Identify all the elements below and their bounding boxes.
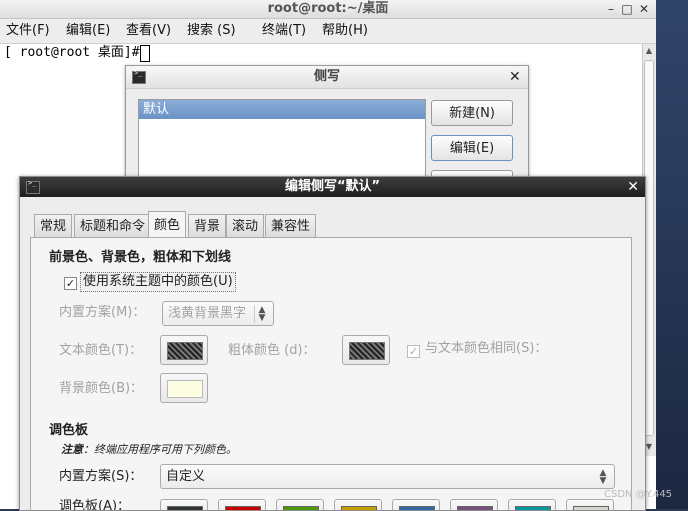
builtin-scheme-value: 浅黄背景黑字	[168, 306, 247, 321]
palette-color-button[interactable]	[218, 499, 266, 510]
updown-icon: ▲ ▼	[599, 468, 607, 486]
use-system-colors-checkbox[interactable]: ✓	[64, 277, 77, 290]
scroll-up-icon[interactable]: ▲	[643, 44, 655, 58]
tab-title-command[interactable]: 标题和命令	[74, 214, 152, 237]
bold-color-swatch	[349, 342, 385, 360]
edit-profile-button[interactable]: 编辑(E)	[431, 135, 513, 161]
text-color-button[interactable]	[160, 335, 208, 365]
updown-icon: ▲ ▼	[254, 305, 269, 323]
maximize-icon[interactable]: □	[620, 1, 634, 17]
palette-note: 注意：终端应用程序可用下列颜色。	[61, 441, 237, 459]
background-color-button[interactable]	[160, 373, 208, 403]
tab-background[interactable]: 背景	[188, 214, 227, 237]
menu-terminal[interactable]: 终端(T)	[262, 19, 306, 43]
watermark: CSDN @Y.445	[604, 489, 673, 500]
terminal-title: root@root:~/桌面	[267, 1, 389, 16]
tab-colors[interactable]: 颜色	[148, 211, 187, 238]
text-color-label: 文本颜色(T)：	[59, 343, 143, 358]
palette-color-button[interactable]	[276, 499, 324, 510]
terminal-titlebar[interactable]: root@root:~/桌面 – □ ✕	[0, 0, 656, 19]
tab-compatibility[interactable]: 兼容性	[265, 214, 317, 237]
new-profile-button[interactable]: 新建(N)	[431, 100, 513, 126]
profiles-dialog: 侧写 ✕ 默认 新建(N) 编辑(E)	[125, 65, 529, 196]
menu-view[interactable]: 查看(V)	[126, 19, 171, 43]
same-as-text-label: 与文本颜色相同(S)：	[425, 341, 548, 356]
close-icon[interactable]: ✕	[637, 1, 651, 17]
edit-profile-title: 编辑侧写“默认”	[284, 179, 381, 194]
palette-color-button[interactable]	[160, 499, 208, 510]
same-as-text-checkbox[interactable]: ✓	[407, 345, 420, 358]
note-text: ：终端应用程序可用下列颜色。	[83, 443, 237, 456]
menu-edit[interactable]: 编辑(E)	[66, 19, 110, 43]
use-system-colors-label[interactable]: 使用系统主题中的颜色(U)	[80, 272, 236, 292]
palette-color-button[interactable]	[392, 499, 440, 510]
menu-help[interactable]: 帮助(H)	[322, 19, 368, 43]
bold-color-button[interactable]	[342, 335, 390, 365]
palette-scheme-select[interactable]: 自定义 ▲ ▼	[160, 464, 615, 489]
palette-scheme-label: 内置方案(S)：	[59, 469, 143, 484]
profiles-title: 侧写	[313, 69, 340, 84]
background-color-label: 背景颜色(B)：	[59, 381, 144, 396]
shell-prompt: [ root@root 桌面]#	[4, 45, 148, 60]
section-palette: 调色板	[49, 423, 89, 438]
list-item[interactable]: 默认	[139, 100, 425, 119]
edit-profile-dialog: 编辑侧写“默认” ✕ 常规 标题和命令 颜色 背景 滚动 兼容性 前景色、背景色…	[19, 176, 646, 511]
note-prefix: 注意	[61, 443, 83, 456]
close-icon[interactable]: ✕	[509, 66, 521, 88]
tab-scrolling[interactable]: 滚动	[226, 214, 265, 237]
menu-file[interactable]: 文件(F)	[6, 19, 50, 43]
builtin-scheme-select[interactable]: 浅黄背景黑字 ▲ ▼	[162, 301, 274, 326]
background-color-swatch	[167, 380, 203, 398]
section-foreground-background: 前景色、背景色，粗体和下划线	[49, 250, 232, 265]
tab-general[interactable]: 常规	[34, 214, 73, 237]
palette-color-button[interactable]	[450, 499, 498, 510]
palette-color-button[interactable]	[566, 499, 614, 510]
menu-search[interactable]: 搜索 (S)	[187, 19, 236, 43]
text-cursor	[140, 45, 150, 62]
desktop-background	[656, 0, 688, 509]
bold-color-label: 粗体颜色 (d)：	[228, 343, 316, 358]
builtin-scheme-label: 内置方案(M)：	[59, 305, 146, 320]
edit-profile-titlebar[interactable]: 编辑侧写“默认” ✕	[20, 177, 645, 197]
palette-color-button[interactable]	[508, 499, 556, 510]
terminal-menubar: 文件(F) 编辑(E) 查看(V) 搜索 (S) 终端(T) 帮助(H)	[0, 19, 656, 44]
close-icon[interactable]: ✕	[627, 177, 639, 197]
palette-scheme-value: 自定义	[166, 469, 206, 484]
palette-label: 调色板(A)：	[59, 499, 131, 511]
minimize-icon[interactable]: –	[604, 1, 618, 17]
text-color-swatch	[167, 342, 203, 360]
palette-color-button[interactable]	[334, 499, 382, 510]
profiles-titlebar[interactable]: 侧写 ✕	[126, 66, 528, 89]
